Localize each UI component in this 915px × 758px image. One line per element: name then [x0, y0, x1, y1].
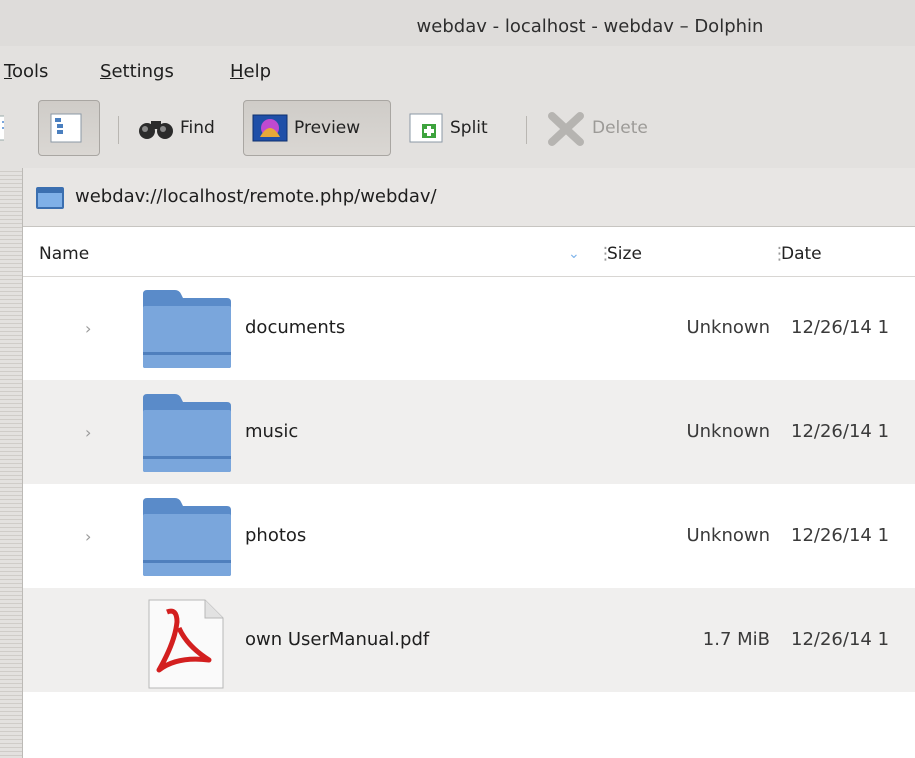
file-size: 1.7 MiB	[702, 629, 770, 650]
delete-button[interactable]: Delete	[538, 100, 678, 156]
file-name: documents	[245, 317, 346, 338]
file-date: 12/26/14 1	[791, 629, 890, 650]
file-name: photos	[245, 525, 307, 546]
toolbar-separator	[118, 116, 119, 144]
file-size: Unknown	[686, 317, 770, 338]
folder-icon	[143, 394, 231, 472]
file-row[interactable]: › photos Unknown 12/26/14 1	[23, 484, 915, 588]
location-bar[interactable]: webdav://localhost/remote.php/webdav/	[23, 168, 915, 227]
folder-icon	[143, 498, 231, 576]
main-toolbar: Find Preview Split Delete	[0, 92, 915, 168]
file-row[interactable]: own UserManual.pdf 1.7 MiB 12/26/14 1	[23, 588, 915, 692]
file-name: own UserManual.pdf	[245, 629, 430, 650]
delete-icon	[548, 112, 584, 146]
compact-view-button[interactable]	[0, 100, 12, 156]
pdf-icon	[148, 599, 224, 689]
file-size: Unknown	[686, 421, 770, 442]
preview-button[interactable]: Preview	[243, 100, 391, 156]
preview-icon	[252, 114, 288, 142]
menu-settings[interactable]: Settings	[100, 61, 174, 82]
column-header: Name ⌄ ⋮ Size ⋮ Date	[23, 228, 915, 277]
sort-descending-icon: ⌄	[568, 246, 580, 262]
split-button[interactable]: Split	[400, 100, 510, 156]
details-view-button[interactable]	[38, 100, 100, 156]
folder-icon	[143, 290, 231, 368]
file-row[interactable]: › documents Unknown 12/26/14 1	[23, 276, 915, 380]
column-name[interactable]: Name	[39, 244, 89, 264]
menu-help[interactable]: Help	[230, 61, 271, 82]
expand-arrow-icon[interactable]: ›	[85, 527, 91, 546]
split-icon	[409, 113, 443, 143]
binoculars-icon	[139, 121, 173, 139]
find-label: Find	[180, 118, 215, 138]
compact-view-icon	[0, 115, 4, 141]
details-view-icon	[50, 113, 82, 143]
preview-label: Preview	[294, 118, 361, 138]
expand-arrow-icon[interactable]: ›	[85, 319, 91, 338]
location-url[interactable]: webdav://localhost/remote.php/webdav/	[75, 186, 437, 207]
window-title: webdav - localhost - webdav – Dolphin	[416, 16, 764, 37]
menu-bar: Tools Settings Help	[0, 50, 915, 92]
panel-resize-grip[interactable]	[0, 168, 22, 758]
file-size: Unknown	[686, 525, 770, 546]
menu-tools[interactable]: Tools	[4, 61, 48, 82]
delete-label: Delete	[592, 118, 648, 138]
split-label: Split	[450, 118, 488, 138]
toolbar-separator	[526, 116, 527, 144]
file-view: webdav://localhost/remote.php/webdav/ Na…	[22, 168, 915, 758]
column-size[interactable]: Size	[607, 244, 642, 264]
folder-icon	[36, 187, 64, 209]
file-date: 12/26/14 1	[791, 421, 890, 442]
file-date: 12/26/14 1	[791, 317, 890, 338]
file-name: music	[245, 421, 299, 442]
file-date: 12/26/14 1	[791, 525, 890, 546]
find-button[interactable]: Find	[130, 100, 240, 156]
file-row[interactable]: › music Unknown 12/26/14 1	[23, 380, 915, 484]
column-date[interactable]: Date	[781, 244, 822, 264]
title-bar: webdav - localhost - webdav – Dolphin	[0, 0, 915, 46]
expand-arrow-icon[interactable]: ›	[85, 423, 91, 442]
